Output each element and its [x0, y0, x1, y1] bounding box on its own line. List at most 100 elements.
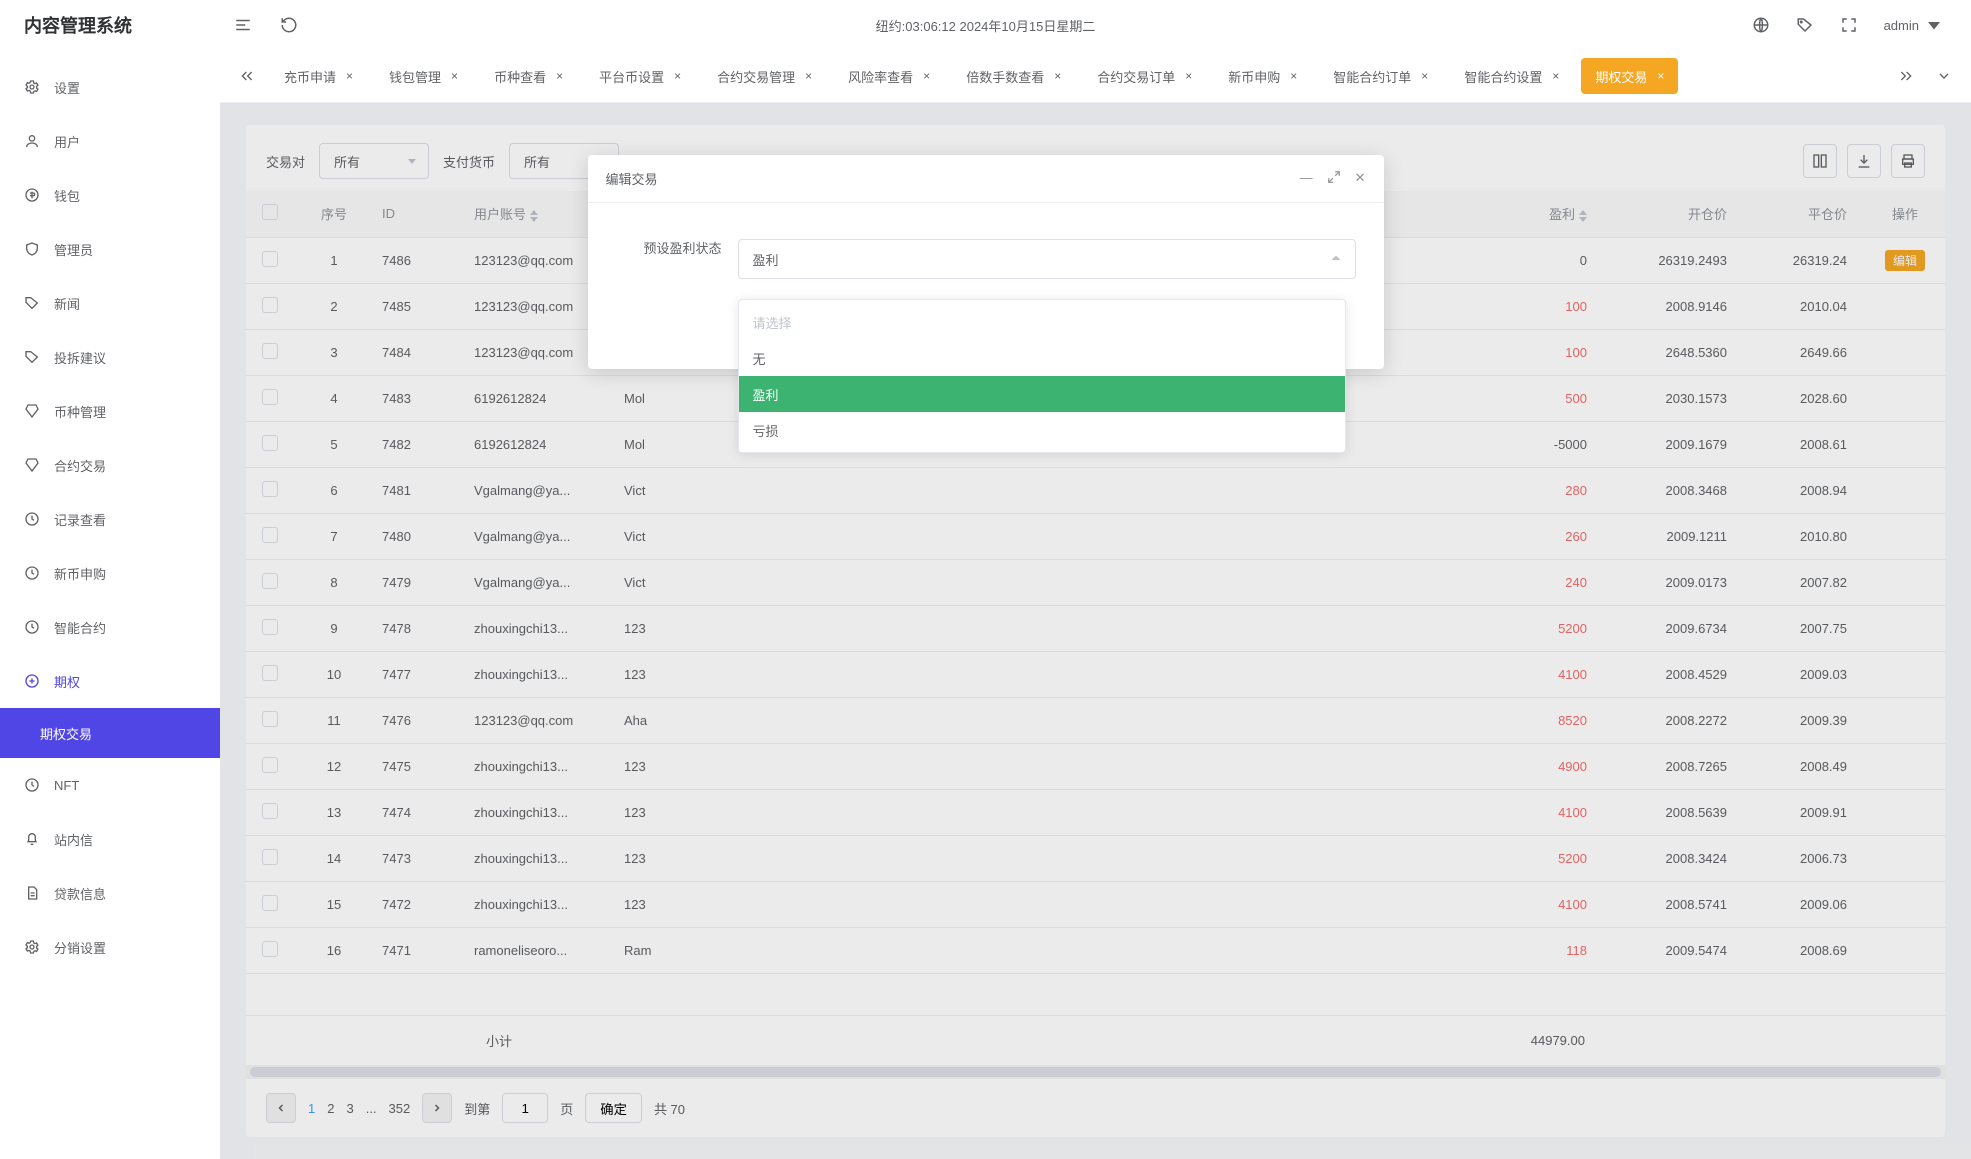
modal-maximize-button[interactable]	[1327, 170, 1341, 187]
tabs-dropdown[interactable]	[1929, 68, 1959, 84]
tab-close-icon[interactable]: ×	[805, 69, 812, 83]
tab-倍数手数查看[interactable]: 倍数手数查看 ×	[952, 58, 1075, 94]
tag-icon	[24, 295, 40, 311]
sidebar-collapse-button[interactable]	[220, 16, 266, 34]
tab-label: 倍数手数查看	[966, 67, 1044, 86]
tabs-scroll-left[interactable]	[232, 68, 262, 84]
tab-钱包管理[interactable]: 钱包管理 ×	[375, 58, 472, 94]
tab-期权交易[interactable]: 期权交易×	[1581, 58, 1678, 94]
tab-label: 智能合约设置	[1464, 67, 1542, 86]
modal-minimize-button[interactable]: —	[1300, 170, 1313, 187]
sidebar-item-label: 设置	[54, 78, 80, 97]
tab-label: 充币申请	[284, 67, 336, 86]
sidebar-item-label: 新币申购	[54, 564, 106, 583]
language-icon[interactable]	[1752, 16, 1770, 34]
tab-平台币设置[interactable]: 平台币设置 ×	[585, 58, 695, 94]
modal-close-button[interactable]: ✕	[1355, 170, 1366, 187]
sidebar-item-label: 合约交易	[54, 456, 106, 475]
sidebar: 设置用户钱包管理员新闻投拆建议币种管理合约交易记录查看新币申购智能合约期权期权交…	[0, 50, 220, 1159]
tab-label: 币种查看	[494, 67, 546, 86]
tab-合约交易订单[interactable]: 合约交易订单 ×	[1083, 58, 1206, 94]
clock-icon	[24, 565, 40, 581]
edit-modal: 编辑交易 — ✕ 预设盈利状态 盈利 请选择 无 盈利 亏损	[588, 155, 1384, 369]
sidebar-item-settings[interactable]: 设置	[0, 60, 220, 114]
sidebar-item-distrib[interactable]: 分销设置	[0, 920, 220, 974]
sidebar-item-logs[interactable]: 记录查看	[0, 492, 220, 546]
sidebar-item-mail[interactable]: 站内信	[0, 812, 220, 866]
tab-充币申请[interactable]: 充币申请 ×	[270, 58, 367, 94]
plus-circle-icon	[24, 673, 40, 689]
tab-close-icon[interactable]: ×	[451, 69, 458, 83]
tab-close-icon[interactable]: ×	[1054, 69, 1061, 83]
sidebar-item-label: 新闻	[54, 294, 80, 313]
bell-icon	[24, 831, 40, 847]
gear-icon	[24, 79, 40, 95]
user-name: admin	[1884, 18, 1919, 33]
tabs-scroll-right[interactable]	[1891, 68, 1921, 84]
tab-close-icon[interactable]: ×	[1657, 69, 1664, 83]
modal-field-label: 预设盈利状态	[616, 239, 738, 259]
fullscreen-icon[interactable]	[1840, 16, 1858, 34]
diamond-icon	[24, 457, 40, 473]
app-header: 内容管理系统 纽约:03:06:12 2024年10月15日星期二 admin	[0, 0, 1971, 50]
option-placeholder[interactable]: 请选择	[739, 304, 1345, 340]
tab-label: 智能合约订单	[1333, 67, 1411, 86]
sidebar-item-loan[interactable]: 贷款信息	[0, 866, 220, 920]
clock-icon	[24, 619, 40, 635]
profit-status-select[interactable]: 盈利	[738, 239, 1356, 279]
tab-close-icon[interactable]: ×	[346, 69, 353, 83]
tab-合约交易管理[interactable]: 合约交易管理×	[703, 58, 826, 94]
tab-close-icon[interactable]: ×	[1290, 69, 1297, 83]
sidebar-item-label: 站内信	[54, 830, 93, 849]
sidebar-item-nft[interactable]: NFT	[0, 758, 220, 812]
sidebar-item-label: 期权	[54, 672, 80, 691]
tab-风险率查看[interactable]: 风险率查看×	[834, 58, 944, 94]
sidebar-item-label: 分销设置	[54, 938, 106, 957]
tab-label: 钱包管理	[389, 67, 441, 86]
sidebar-item-label: 记录查看	[54, 510, 106, 529]
tab-close-icon[interactable]: ×	[674, 69, 681, 83]
sidebar-item-wallet[interactable]: 钱包	[0, 168, 220, 222]
app-logo: 内容管理系统	[0, 12, 220, 38]
tab-label: 平台币设置	[599, 67, 664, 86]
tab-close-icon[interactable]: ×	[1421, 69, 1428, 83]
sidebar-item-label: 钱包	[54, 186, 80, 205]
tab-新币申购[interactable]: 新币申购 ×	[1214, 58, 1311, 94]
sidebar-item-label: NFT	[54, 778, 79, 793]
tab-label: 新币申购	[1228, 67, 1280, 86]
tab-close-icon[interactable]: ×	[923, 69, 930, 83]
user-menu[interactable]: admin	[1884, 16, 1943, 34]
shield-icon	[24, 241, 40, 257]
tab-智能合约设置[interactable]: 智能合约设置 ×	[1450, 58, 1573, 94]
tab-智能合约订单[interactable]: 智能合约订单 ×	[1319, 58, 1442, 94]
modal-title: 编辑交易	[606, 169, 658, 188]
sidebar-item-contract[interactable]: 合约交易	[0, 438, 220, 492]
sidebar-item-smart[interactable]: 智能合约	[0, 600, 220, 654]
sidebar-item-users[interactable]: 用户	[0, 114, 220, 168]
tab-close-icon[interactable]: ×	[1552, 69, 1559, 83]
sidebar-item-news[interactable]: 新闻	[0, 276, 220, 330]
tabs-bar: 充币申请×钱包管理×币种查看×平台币设置×合约交易管理×风险率查看×倍数手数查看…	[220, 50, 1971, 103]
sidebar-subitem-optiontrade[interactable]: 期权交易	[0, 708, 220, 758]
sidebar-item-complaint[interactable]: 投拆建议	[0, 330, 220, 384]
tab-close-icon[interactable]: ×	[556, 69, 563, 83]
refresh-button[interactable]	[266, 16, 312, 34]
option-profit[interactable]: 盈利	[739, 376, 1345, 412]
sidebar-item-options[interactable]: 期权	[0, 654, 220, 708]
sidebar-item-currency[interactable]: 币种管理	[0, 384, 220, 438]
sidebar-item-label: 币种管理	[54, 402, 106, 421]
sidebar-item-label: 投拆建议	[54, 348, 106, 367]
tab-label: 合约交易订单	[1097, 67, 1175, 86]
sidebar-item-admin[interactable]: 管理员	[0, 222, 220, 276]
option-loss[interactable]: 亏损	[739, 412, 1345, 448]
tab-币种查看[interactable]: 币种查看 ×	[480, 58, 577, 94]
tab-close-icon[interactable]: ×	[1185, 69, 1192, 83]
gear-icon	[24, 939, 40, 955]
diamond-icon	[24, 403, 40, 419]
price-tag-icon[interactable]	[1796, 16, 1814, 34]
sidebar-item-newcoin[interactable]: 新币申购	[0, 546, 220, 600]
coin-icon	[24, 187, 40, 203]
option-none[interactable]: 无	[739, 340, 1345, 376]
tag-icon	[24, 349, 40, 365]
clock-icon	[24, 777, 40, 793]
